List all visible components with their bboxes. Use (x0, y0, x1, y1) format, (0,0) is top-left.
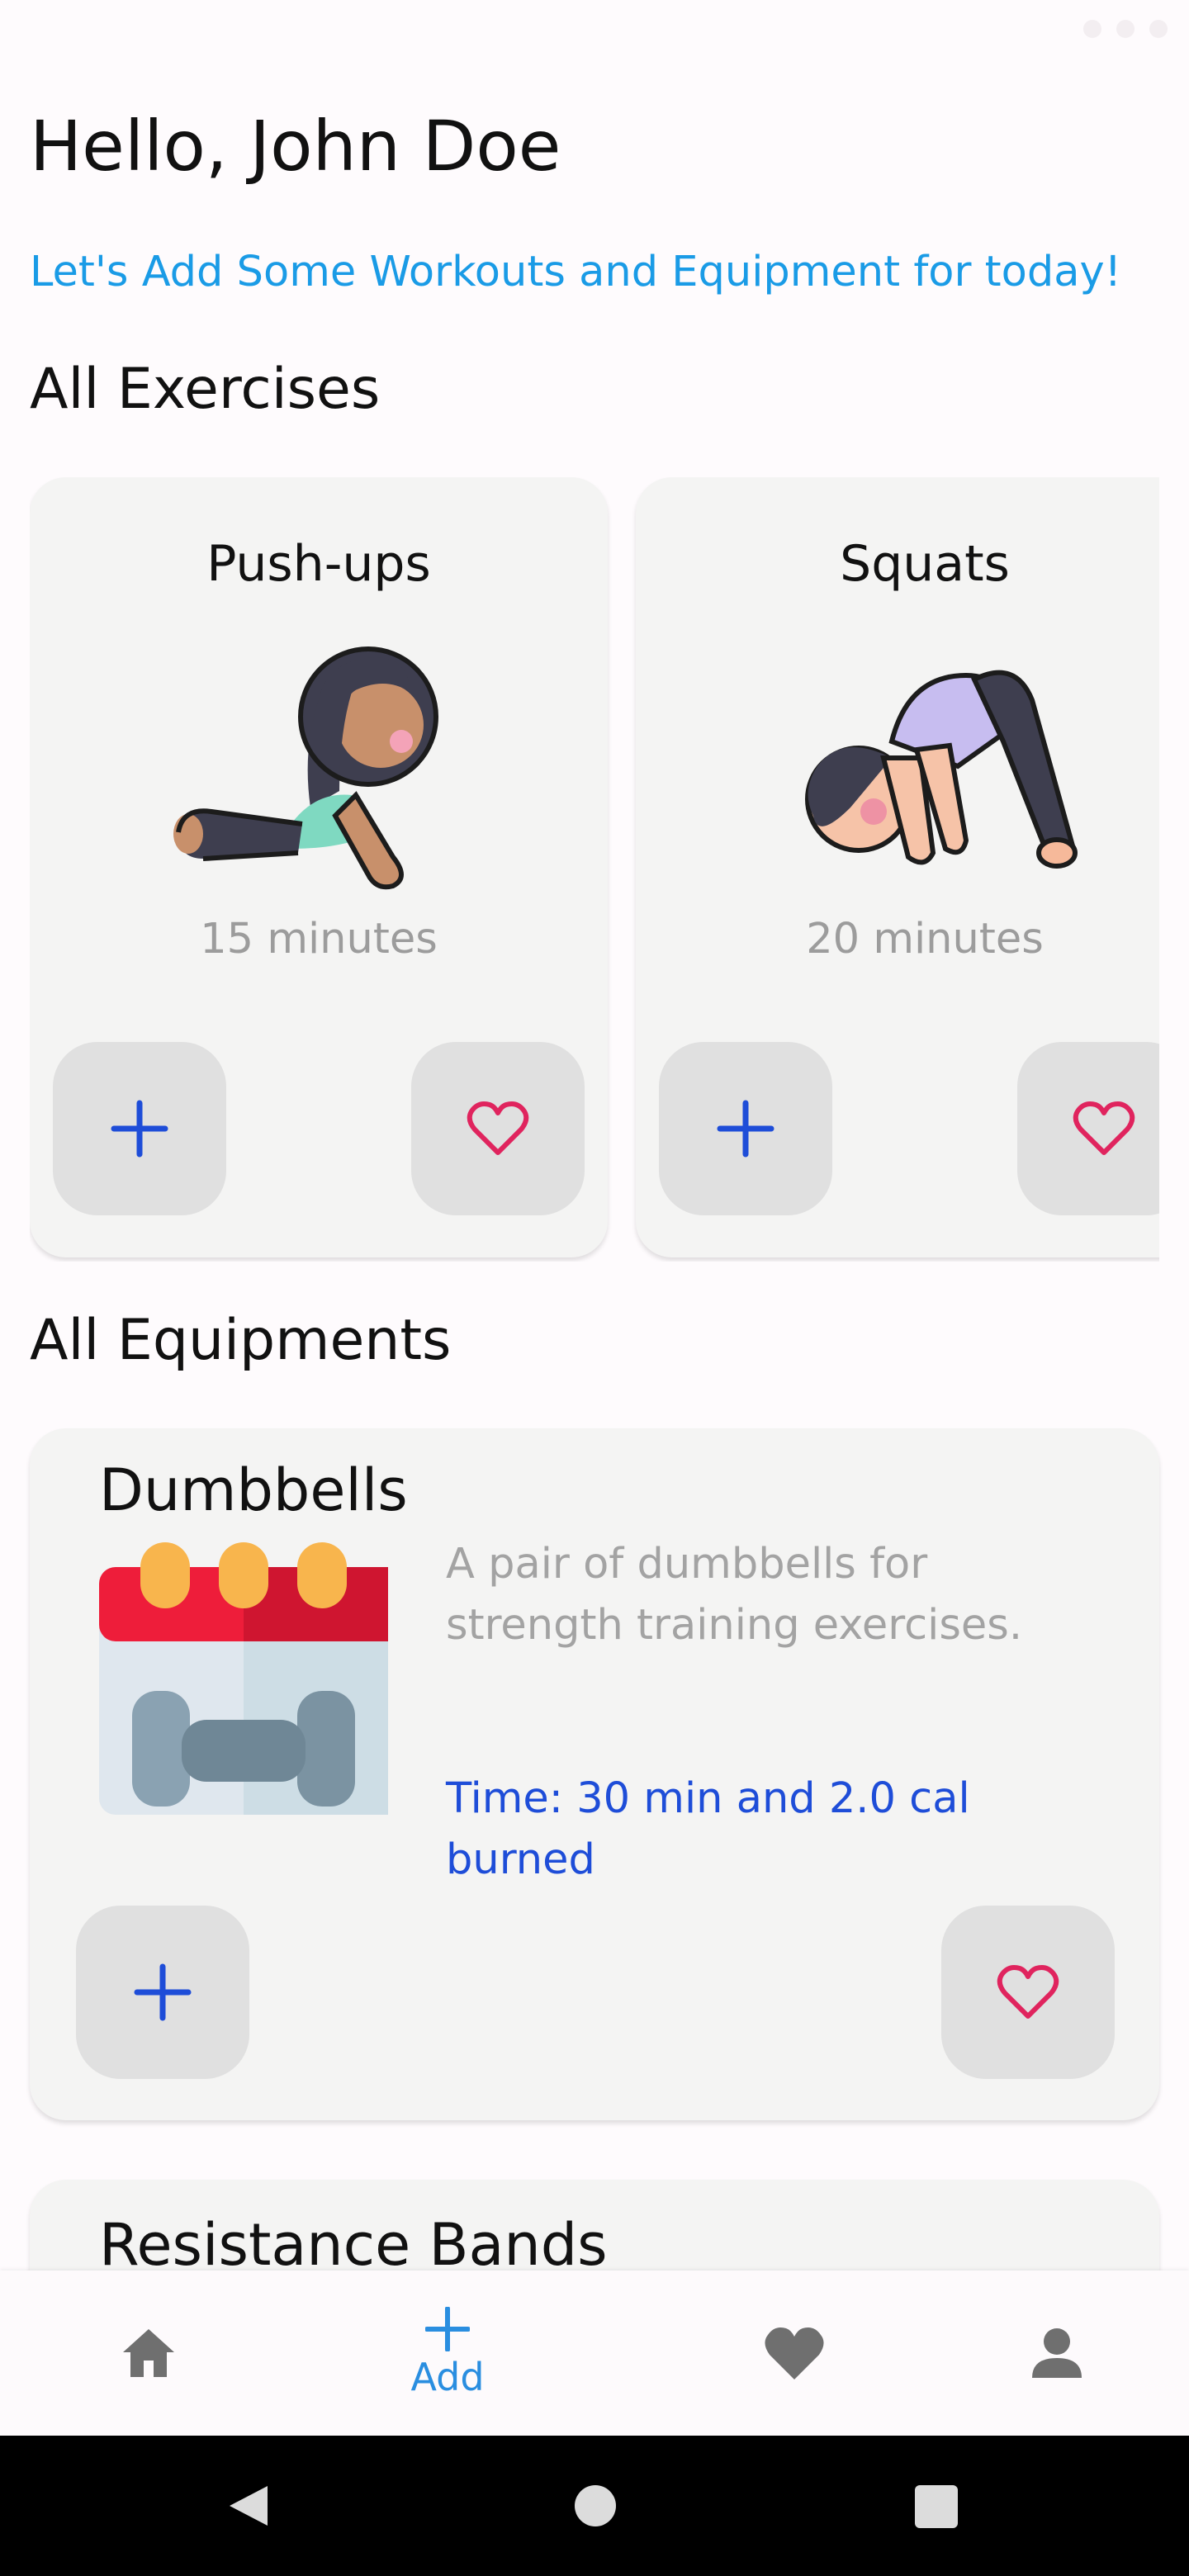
nav-profile[interactable] (908, 2271, 1189, 2436)
greeting-subtitle: Let's Add Some Workouts and Equipment fo… (30, 248, 1122, 296)
wifi-icon (1083, 20, 1101, 38)
equipment-name: Resistance Bands (99, 2211, 608, 2279)
equipment-time-line: burned (446, 1835, 595, 1884)
exercises-section-title: All Exercises (30, 357, 381, 422)
back-icon[interactable] (225, 2483, 271, 2529)
add-exercise-button[interactable] (53, 1042, 226, 1215)
equipment-card[interactable]: Dumbbells A pair of dumbbells for streng… (30, 1428, 1159, 2120)
system-navigation-bar (0, 2436, 1189, 2576)
home-icon (123, 2329, 174, 2377)
status-icons (1083, 20, 1168, 38)
home-circle-icon[interactable] (573, 2484, 618, 2528)
exercise-card[interactable]: Push-ups 15 minutes (30, 477, 608, 1257)
plus-icon (717, 1100, 775, 1158)
greeting-title: Hello, John Doe (30, 106, 561, 187)
recents-icon[interactable] (915, 2485, 958, 2528)
dumbbell-calendar-illustration (99, 1542, 388, 1815)
plus-icon (134, 1963, 192, 2021)
heart-outline-icon (1073, 1101, 1135, 1155)
exercise-name: Push-ups (206, 535, 431, 593)
nav-add[interactable]: Add (299, 2271, 596, 2436)
plus-icon (425, 2307, 470, 2351)
exercise-duration: 20 minutes (806, 915, 1044, 964)
equipments-section-title: All Equipments (30, 1308, 452, 1373)
exercise-card[interactable]: Squats 20 minutes (636, 477, 1159, 1257)
equipment-time-info: Time: 30 min and 2.0 cal burned (446, 1769, 1090, 1891)
favorite-exercise-button[interactable] (411, 1042, 585, 1215)
squat-illustration (805, 670, 1078, 869)
nav-add-label: Add (410, 2355, 485, 2399)
equipment-name: Dumbbells (99, 1456, 408, 1524)
equipment-description: A pair of dumbbells for strength trainin… (446, 1540, 1023, 1650)
push-up-illustration (173, 646, 438, 890)
battery-icon (1149, 20, 1168, 38)
favorite-equipment-button[interactable] (941, 1906, 1115, 2079)
add-exercise-button[interactable] (659, 1042, 832, 1215)
exercise-carousel[interactable]: Push-ups 15 minutes Squats 20 minutes (30, 477, 1159, 1262)
bottom-navigation: Add (0, 2271, 1189, 2436)
person-icon (1032, 2328, 1082, 2378)
status-bar (0, 0, 1189, 58)
heart-outline-icon (467, 1101, 529, 1155)
plus-icon (111, 1100, 168, 1158)
equipment-time-line: Time: 30 min and 2.0 cal (446, 1774, 970, 1823)
exercise-name: Squats (840, 535, 1010, 593)
heart-outline-icon (997, 1965, 1059, 2019)
favorite-exercise-button[interactable] (1017, 1042, 1159, 1215)
exercise-duration: 15 minutes (200, 915, 438, 964)
nav-home[interactable] (0, 2271, 297, 2436)
heart-icon (765, 2327, 824, 2379)
signal-icon (1116, 20, 1135, 38)
nav-favorites[interactable] (646, 2271, 943, 2436)
add-equipment-button[interactable] (76, 1906, 249, 2079)
